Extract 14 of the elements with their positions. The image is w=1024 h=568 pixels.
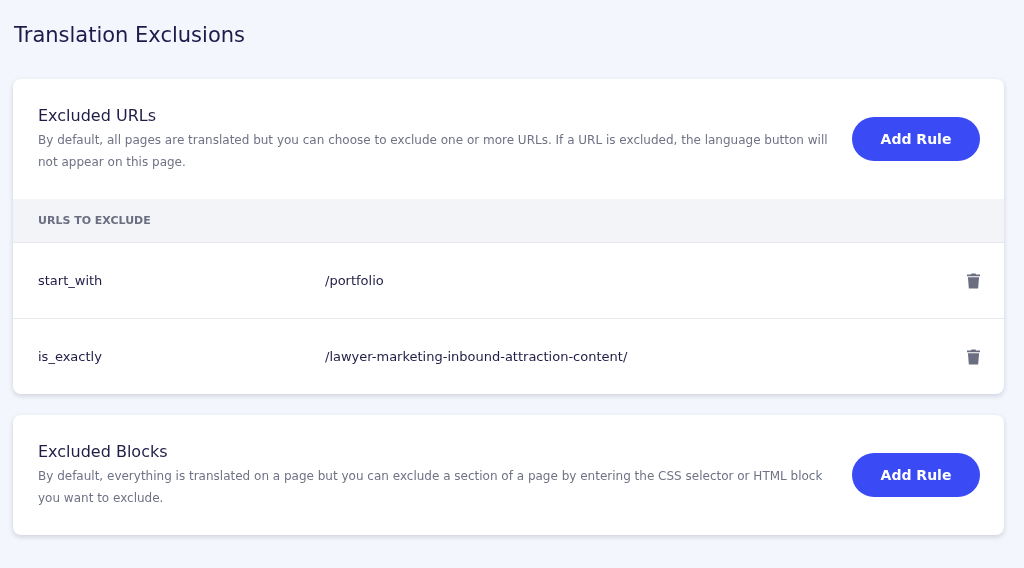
table-cell-text: is_exactly — [38, 349, 103, 364]
section-title: Excluded URLs — [38, 105, 157, 127]
section-title: Excluded Blocks — [38, 441, 169, 463]
add-rule-button[interactable]: Add Rule — [852, 117, 980, 161]
table-cell-text: start_with — [38, 273, 104, 288]
delete-icon[interactable] — [967, 272, 980, 289]
delete-icon[interactable] — [967, 348, 980, 365]
add-rule-button[interactable]: Add Rule — [852, 453, 980, 497]
column-heading: URLS TO EXCLUDE — [38, 214, 151, 227]
section-description: By default, all pages are translated but you can choose to exclude one or more URLs. If a URL is excluded, the language button will not appear on this page. — [38, 132, 828, 171]
section-description: By default, everything is translated on a page but you can exclude a section of a page by entering the CSS selector or HTML block you want to exclude. — [38, 468, 824, 507]
table-cell-text: /lawyer-marketing-inbound-attraction-content/ — [325, 349, 629, 364]
page-title: Translation Exclusions — [14, 22, 246, 49]
table-cell-text: /portfolio — [325, 273, 385, 288]
